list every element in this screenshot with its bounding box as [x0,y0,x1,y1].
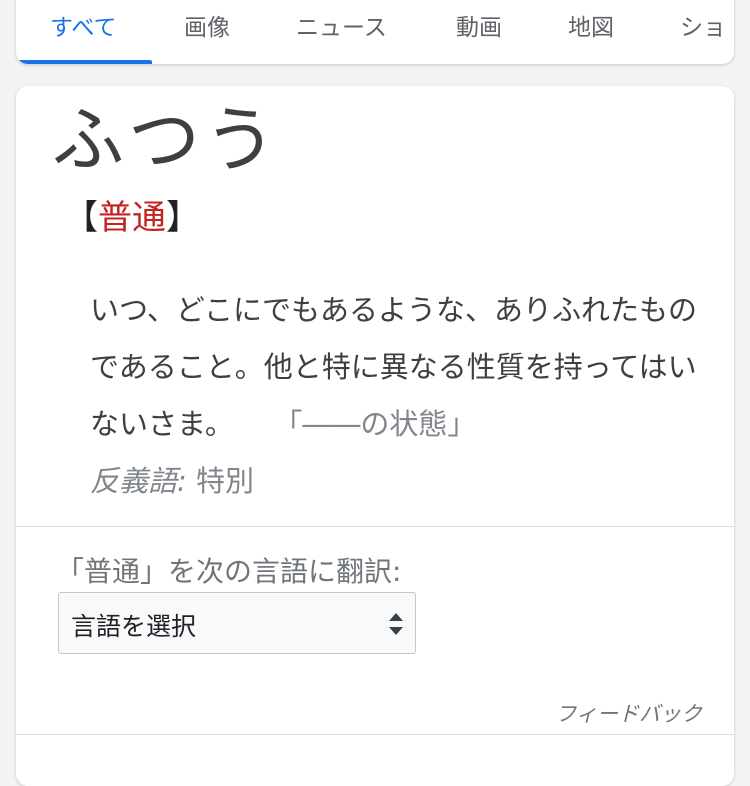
tab-images[interactable]: 画像 [184,8,230,42]
kanji-line: 【普通】 [64,198,200,238]
divider [16,526,734,527]
tab-shopping[interactable]: ショ [680,8,726,42]
dictionary-card: ふつう 【普通】 いつ、どこにでもあるような、ありふれたものであること。他と特に… [16,86,734,786]
kanji-spelling: 普通 [98,198,166,238]
language-select[interactable]: 言語を選択 [58,592,416,654]
antonym-line: 反義語: 特別 [90,458,254,500]
updown-arrows-icon [389,613,403,635]
kanji-close-bracket: 】 [166,198,200,238]
search-tabs-bar: すべて 画像 ニュース 動画 地図 ショ [16,0,734,64]
tab-maps[interactable]: 地図 [568,8,614,42]
kanji-open-bracket: 【 [64,198,98,238]
feedback-link[interactable]: フィードバック [555,698,702,728]
active-tab-indicator [16,60,152,64]
usage-example: 「――の状態」 [287,407,477,441]
definition-text: いつ、どこにでもあるような、ありふれたものであること。他と特に異なる性質を持って… [90,282,710,453]
translate-label: 「普通」を次の言語に翻訳: [56,555,402,588]
headword: ふつう [52,98,281,182]
tab-news[interactable]: ニュース [296,8,387,42]
antonym-link[interactable]: 特別 [196,464,254,498]
antonym-label: 反義語: [90,464,187,498]
language-select-value: 言語を選択 [71,612,197,641]
tab-all[interactable]: すべて [50,8,116,42]
divider-bottom [16,734,734,735]
tab-videos[interactable]: 動画 [456,8,502,42]
